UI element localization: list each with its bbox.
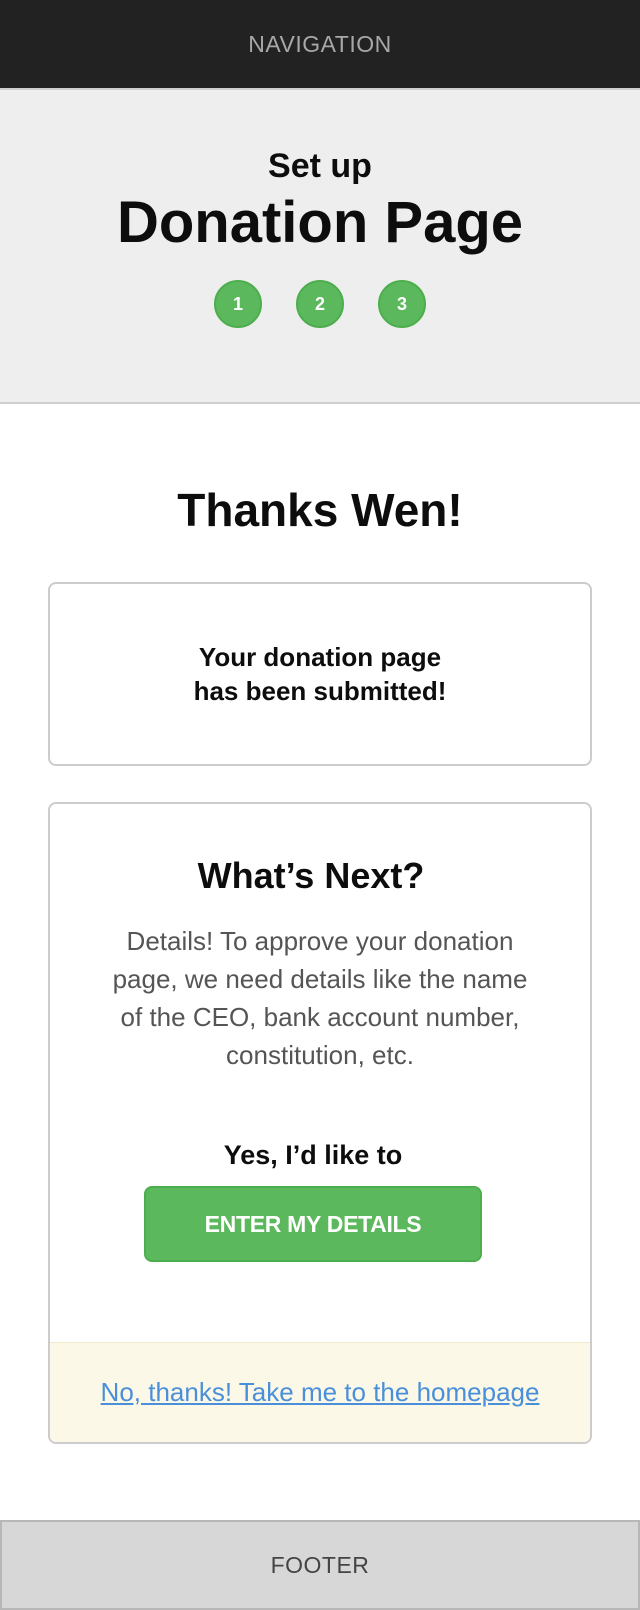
page-header: Set up Donation Page 1 2 3: [0, 90, 640, 404]
homepage-link[interactable]: No, thanks! Take me to the homepage: [101, 1377, 540, 1408]
navigation-bar: NAVIGATION: [0, 0, 640, 90]
whats-next-card: What’s Next? Details! To approve your do…: [48, 802, 592, 1444]
step-3: 3: [378, 280, 426, 328]
submitted-card: Your donation page has been submitted!: [48, 582, 592, 766]
whats-next-description: Details! To approve your donation page, …: [112, 926, 528, 1070]
footer-label: FOOTER: [270, 1551, 370, 1578]
thanks-heading: Thanks Wen!: [177, 484, 463, 536]
enter-my-details-button[interactable]: ENTER MY DETAILS: [144, 1186, 482, 1262]
page: NAVIGATION Set up Donation Page 1 2 3 Th…: [0, 0, 640, 1610]
decline-bar: No, thanks! Take me to the homepage: [50, 1342, 590, 1442]
header-subtitle: Set up: [268, 147, 372, 185]
submitted-line-2: has been submitted!: [193, 676, 447, 706]
footer: FOOTER: [0, 1520, 640, 1610]
submitted-message: Your donation page has been submitted!: [170, 640, 470, 708]
page-title: Donation Page: [116, 190, 524, 255]
navigation-label: NAVIGATION: [248, 30, 392, 57]
step-2: 2: [296, 280, 344, 328]
step-indicator: 1 2 3: [0, 280, 640, 328]
whats-next-title: What’s Next?: [197, 855, 425, 896]
submitted-line-1: Your donation page: [198, 642, 442, 672]
yes-label: Yes, I’d like to: [223, 1140, 403, 1170]
step-1: 1: [214, 280, 262, 328]
main-content: Thanks Wen! Your donation page has been …: [0, 404, 640, 1444]
